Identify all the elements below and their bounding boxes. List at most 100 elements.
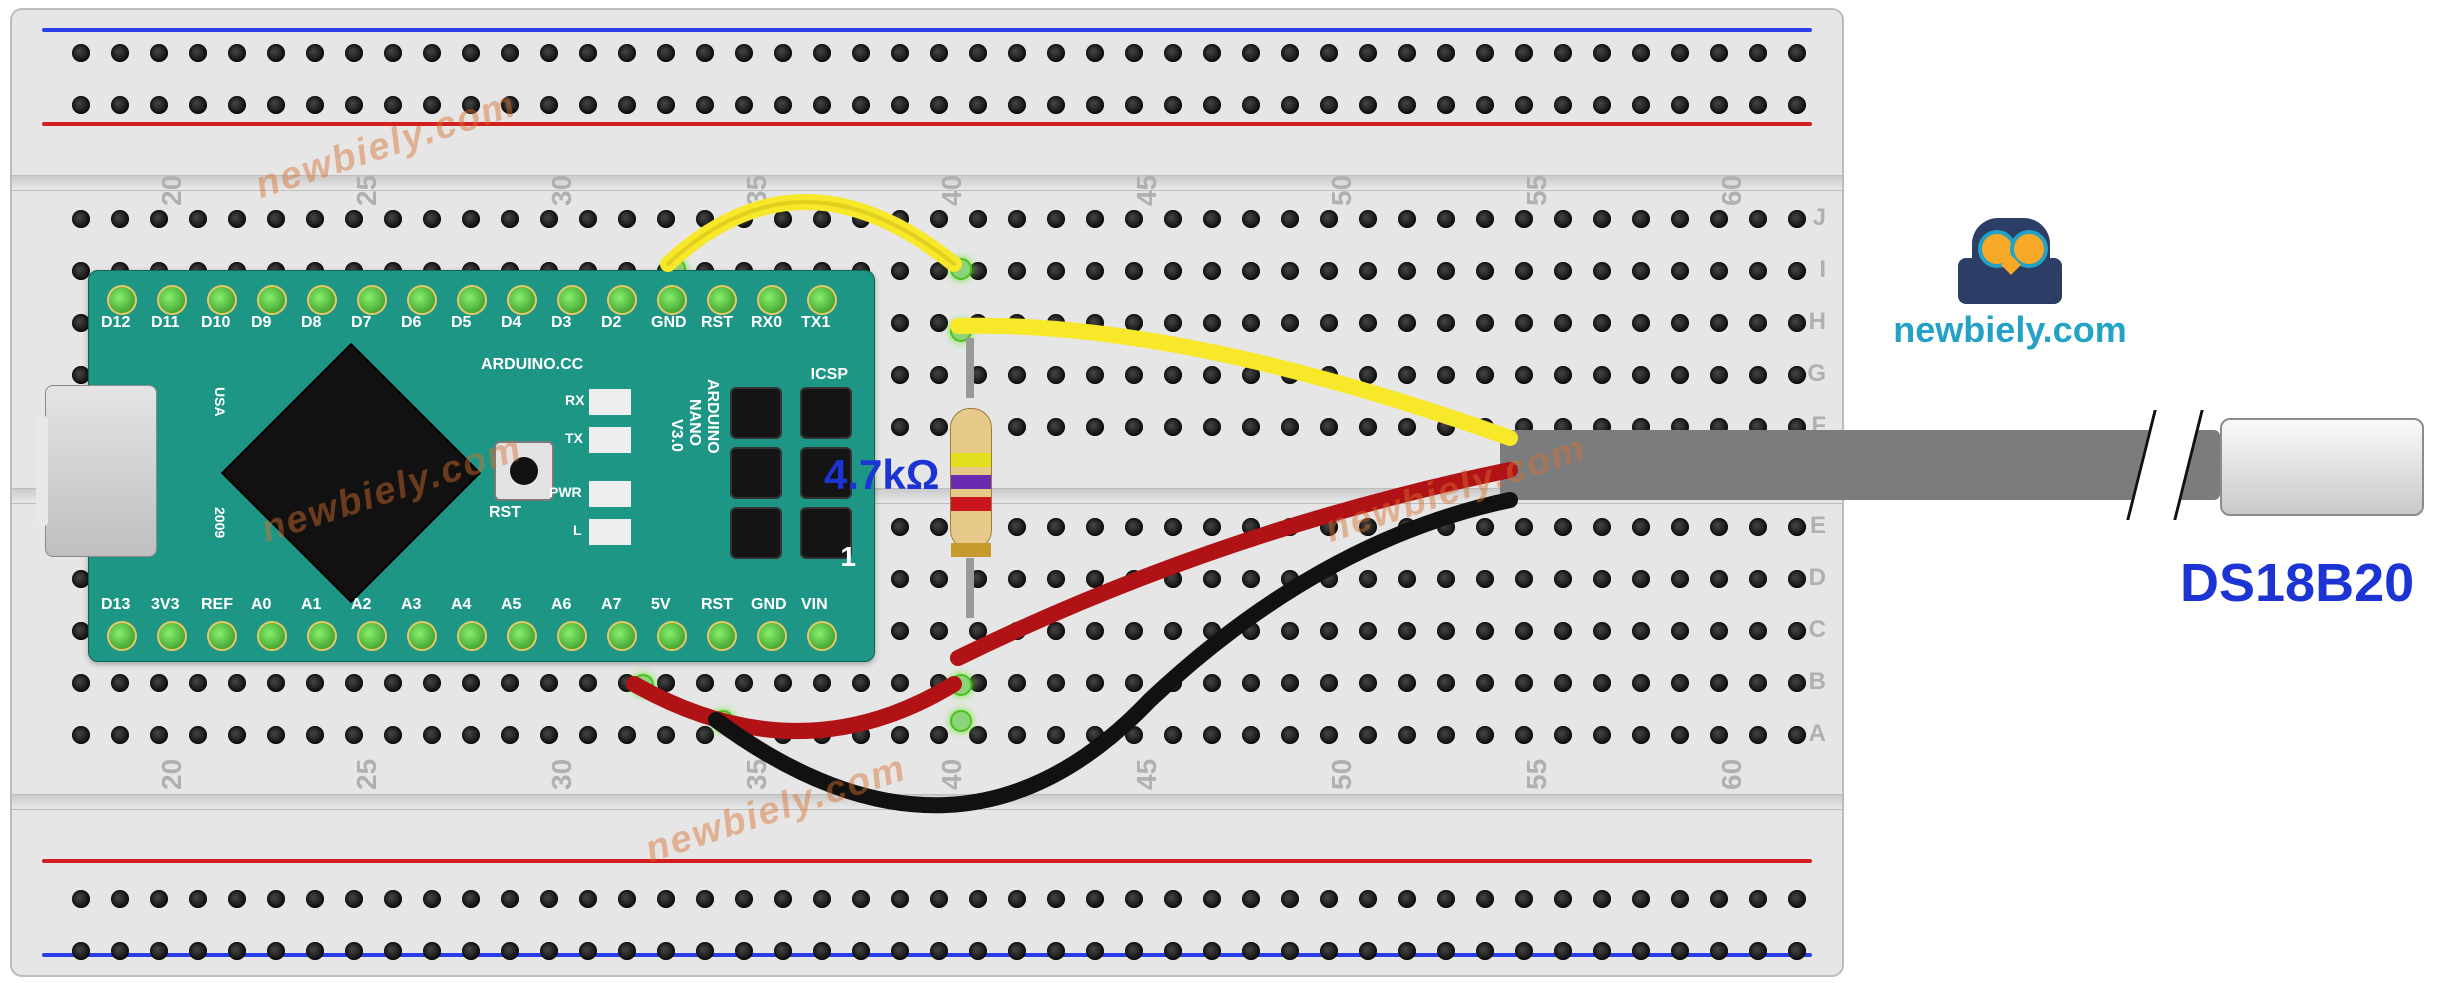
breadboard-hole xyxy=(1749,622,1767,640)
breadboard-hole xyxy=(1554,44,1572,62)
tiepoint-col40-lower1 xyxy=(950,674,972,696)
breadboard-hole xyxy=(345,96,363,114)
sensor-label: DS18B20 xyxy=(2180,556,2414,610)
breadboard-hole xyxy=(1281,674,1299,692)
breadboard-hole xyxy=(1398,210,1416,228)
breadboard-hole xyxy=(579,210,597,228)
breadboard-hole xyxy=(1437,942,1455,960)
breadboard-hole xyxy=(345,942,363,960)
breadboard-hole xyxy=(1047,890,1065,908)
breadboard-hole xyxy=(1008,366,1026,384)
breadboard-hole xyxy=(1047,942,1065,960)
breadboard-hole xyxy=(1749,726,1767,744)
row-label: J xyxy=(1813,206,1826,230)
breadboard-hole xyxy=(540,96,558,114)
breadboard-hole xyxy=(111,726,129,744)
nano-pin-5v xyxy=(657,621,687,651)
top-power-rails xyxy=(42,22,1812,132)
reset-button[interactable] xyxy=(494,441,554,501)
breadboard-hole xyxy=(930,890,948,908)
breadboard-hole xyxy=(306,890,324,908)
breadboard-hole xyxy=(1242,314,1260,332)
breadboard-hole xyxy=(228,96,246,114)
breadboard-hole xyxy=(1320,622,1338,640)
breadboard-hole xyxy=(1008,210,1026,228)
breadboard-hole xyxy=(111,96,129,114)
breadboard-hole xyxy=(1281,622,1299,640)
breadboard-hole xyxy=(1710,44,1728,62)
nano-pin-label: GND xyxy=(751,597,787,613)
breadboard-hole xyxy=(930,622,948,640)
breadboard-hole xyxy=(657,674,675,692)
breadboard-hole xyxy=(1320,44,1338,62)
column-label: 45 xyxy=(1133,759,1161,790)
breadboard-hole xyxy=(423,96,441,114)
breadboard-hole xyxy=(1359,726,1377,744)
column-label: 50 xyxy=(1328,175,1356,206)
breadboard-hole xyxy=(345,890,363,908)
nano-pin-label: A4 xyxy=(451,597,471,613)
breadboard-hole xyxy=(1437,210,1455,228)
model-line2: NANO xyxy=(686,399,702,446)
trough-upper xyxy=(12,175,1842,191)
nano-pin-a4 xyxy=(457,621,487,651)
breadboard-hole xyxy=(1164,622,1182,640)
breadboard-hole xyxy=(1125,366,1143,384)
nano-pin-label: D4 xyxy=(501,315,521,331)
breadboard-hole xyxy=(72,942,90,960)
breadboard-hole xyxy=(1593,890,1611,908)
breadboard-hole xyxy=(1476,44,1494,62)
breadboard-hole xyxy=(1437,96,1455,114)
breadboard-hole xyxy=(189,726,207,744)
breadboard-hole xyxy=(1593,674,1611,692)
breadboard-hole xyxy=(1281,418,1299,436)
breadboard-hole xyxy=(1281,44,1299,62)
breadboard-hole xyxy=(1593,942,1611,960)
breadboard-hole xyxy=(1242,210,1260,228)
breadboard-hole xyxy=(1164,518,1182,536)
breadboard-hole xyxy=(1242,570,1260,588)
owl-icon xyxy=(1950,218,2070,308)
breadboard-hole xyxy=(306,210,324,228)
breadboard-hole xyxy=(1242,262,1260,280)
breadboard-hole xyxy=(1164,418,1182,436)
breadboard-hole xyxy=(72,726,90,744)
breadboard-hole xyxy=(267,942,285,960)
nano-pin-rst xyxy=(707,285,737,315)
breadboard-hole xyxy=(501,674,519,692)
breadboard-hole xyxy=(1359,674,1377,692)
breadboard-hole xyxy=(696,96,714,114)
breadboard-hole xyxy=(345,726,363,744)
nano-pin-a1 xyxy=(307,621,337,651)
breadboard-hole xyxy=(306,942,324,960)
breadboard-hole xyxy=(1671,674,1689,692)
breadboard-hole xyxy=(1437,726,1455,744)
breadboard-hole xyxy=(501,210,519,228)
nano-pin-label: 5V xyxy=(651,597,671,613)
breadboard-hole xyxy=(1125,518,1143,536)
model-line1: ARDUINO xyxy=(704,379,720,454)
column-label: 35 xyxy=(743,759,771,790)
breadboard-hole xyxy=(1788,96,1806,114)
breadboard-hole xyxy=(774,726,792,744)
breadboard-hole xyxy=(891,96,909,114)
breadboard-hole xyxy=(618,942,636,960)
breadboard-hole xyxy=(1086,418,1104,436)
breadboard-hole xyxy=(813,210,831,228)
breadboard-hole xyxy=(1749,570,1767,588)
breadboard-hole xyxy=(774,890,792,908)
breadboard-hole xyxy=(1710,570,1728,588)
breadboard-hole xyxy=(228,890,246,908)
breadboard-hole xyxy=(930,366,948,384)
breadboard-hole xyxy=(150,674,168,692)
breadboard-hole xyxy=(1164,942,1182,960)
breadboard-hole xyxy=(1086,726,1104,744)
breadboard-hole xyxy=(618,890,636,908)
column-label: 25 xyxy=(353,175,381,206)
breadboard-hole xyxy=(813,942,831,960)
breadboard-hole xyxy=(1632,674,1650,692)
breadboard-hole xyxy=(1398,44,1416,62)
nano-pin-label: D5 xyxy=(451,315,471,331)
breadboard-hole xyxy=(579,890,597,908)
breadboard-hole xyxy=(891,674,909,692)
